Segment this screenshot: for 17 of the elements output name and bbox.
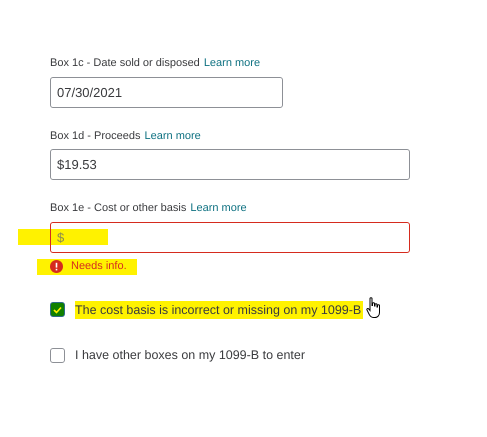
error-message: Needs info. xyxy=(71,259,127,274)
learn-more-link[interactable]: Learn more xyxy=(144,128,201,144)
learn-more-link[interactable]: Learn more xyxy=(204,55,260,72)
input-field[interactable]: $ xyxy=(50,222,410,252)
learn-more-link[interactable]: Learn more xyxy=(190,200,247,216)
field-label: Box 1e - Cost or other basis xyxy=(50,201,186,216)
input-field[interactable]: 07/30/2021 xyxy=(50,76,283,108)
input-field[interactable]: $19.53 xyxy=(50,149,410,180)
checkbox-label: I have other boxes on my 1099-B to enter xyxy=(75,347,305,364)
hand-pointer-icon xyxy=(366,296,382,318)
check-icon xyxy=(53,306,62,314)
checkbox-label: The cost basis is incorrect or missing on my 1099-B xyxy=(75,300,364,320)
checkbox[interactable] xyxy=(50,302,65,318)
checkbox[interactable] xyxy=(50,348,65,364)
field-label: Box 1c - Date sold or disposed xyxy=(50,56,200,71)
field-label: Box 1d - Proceeds xyxy=(50,128,140,144)
error-icon xyxy=(50,260,63,273)
